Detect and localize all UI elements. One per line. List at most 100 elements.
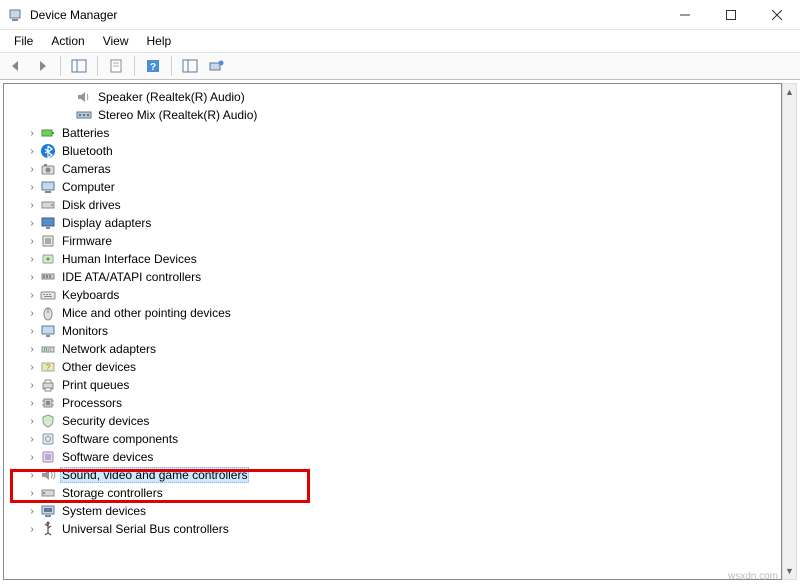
- expand-arrow-icon[interactable]: ›: [26, 344, 38, 355]
- expand-arrow-icon[interactable]: ›: [26, 488, 38, 499]
- tree-item-battery[interactable]: ›Batteries: [4, 124, 781, 142]
- forward-button[interactable]: [30, 55, 54, 77]
- expand-arrow-icon[interactable]: ›: [26, 506, 38, 517]
- tree-item-other[interactable]: ›?Other devices: [4, 358, 781, 376]
- vertical-scrollbar[interactable]: ▲ ▼: [782, 83, 797, 580]
- tree-item-label: Stereo Mix (Realtek(R) Audio): [96, 107, 259, 123]
- tree-item-speaker[interactable]: Speaker (Realtek(R) Audio): [4, 88, 781, 106]
- mouse-icon: [40, 305, 56, 321]
- security-icon: [40, 413, 56, 429]
- menu-view[interactable]: View: [95, 32, 137, 50]
- tree-item-usb[interactable]: › Universal Serial Bus controllers: [4, 520, 781, 538]
- tree-item-printer[interactable]: ›Print queues: [4, 376, 781, 394]
- expand-arrow-icon[interactable]: ›: [26, 128, 38, 139]
- expand-arrow-icon[interactable]: ›: [26, 236, 38, 247]
- expand-arrow-icon[interactable]: ›: [26, 218, 38, 229]
- tree-item-label: Software components: [60, 431, 180, 447]
- cpu-icon: [40, 395, 56, 411]
- scroll-up-icon[interactable]: ▲: [783, 84, 796, 100]
- menu-help[interactable]: Help: [139, 32, 180, 50]
- expand-arrow-icon[interactable]: ›: [26, 146, 38, 157]
- minimize-button[interactable]: [662, 0, 708, 30]
- expand-arrow-icon[interactable]: ›: [26, 398, 38, 409]
- expand-arrow-icon[interactable]: ›: [26, 434, 38, 445]
- tree-item-network[interactable]: › Network adapters: [4, 340, 781, 358]
- tree-item-monitor[interactable]: › Monitors: [4, 322, 781, 340]
- expand-arrow-icon[interactable]: ›: [26, 326, 38, 337]
- camera-icon: [40, 161, 56, 177]
- scroll-down-icon[interactable]: ▼: [783, 563, 796, 579]
- help-button[interactable]: ?: [141, 55, 165, 77]
- close-button[interactable]: [754, 0, 800, 30]
- toolbar-separator: [171, 56, 172, 76]
- tree-item-label: Disk drives: [60, 197, 123, 213]
- system-icon: [40, 503, 56, 519]
- expand-arrow-icon[interactable]: ›: [26, 470, 38, 481]
- expand-arrow-icon[interactable]: ›: [26, 308, 38, 319]
- tree-item-security[interactable]: ›Security devices: [4, 412, 781, 430]
- tree-item-disk[interactable]: › Disk drives: [4, 196, 781, 214]
- tree-item-label: Monitors: [60, 323, 110, 339]
- window-title: Device Manager: [30, 8, 662, 22]
- expand-arrow-icon[interactable]: ›: [26, 524, 38, 535]
- tree-item-label: Mice and other pointing devices: [60, 305, 233, 321]
- bluetooth-icon: [40, 143, 56, 159]
- tree-item-cpu[interactable]: › Processors: [4, 394, 781, 412]
- tree-item-softdev[interactable]: ›Software devices: [4, 448, 781, 466]
- show-hide-tree-button[interactable]: [67, 55, 91, 77]
- expand-arrow-icon[interactable]: ›: [26, 164, 38, 175]
- menu-file[interactable]: File: [6, 32, 41, 50]
- firmware-icon: [40, 233, 56, 249]
- expand-arrow-icon[interactable]: ›: [26, 416, 38, 427]
- toolbar: ?: [0, 52, 800, 80]
- tree-item-display[interactable]: ›Display adapters: [4, 214, 781, 232]
- disk-icon: [40, 197, 56, 213]
- expand-arrow-icon[interactable]: ›: [26, 182, 38, 193]
- back-button[interactable]: [4, 55, 28, 77]
- tree-item-camera[interactable]: ›Cameras: [4, 160, 781, 178]
- expand-arrow-icon[interactable]: ›: [26, 200, 38, 211]
- properties-button[interactable]: [104, 55, 128, 77]
- softcomp-icon: [40, 431, 56, 447]
- tree-item-label: Universal Serial Bus controllers: [60, 521, 231, 537]
- device-tree-pane: Speaker (Realtek(R) Audio)Stereo Mix (Re…: [3, 83, 782, 580]
- softdev-icon: [40, 449, 56, 465]
- tree-item-mouse[interactable]: › Mice and other pointing devices: [4, 304, 781, 322]
- maximize-button[interactable]: [708, 0, 754, 30]
- tree-item-softcomp[interactable]: › Software components: [4, 430, 781, 448]
- tree-item-label: IDE ATA/ATAPI controllers: [60, 269, 203, 285]
- storage-icon: [40, 485, 56, 501]
- tree-item-sound[interactable]: › Sound, video and game controllers: [4, 466, 781, 484]
- menu-action[interactable]: Action: [43, 32, 92, 50]
- printer-icon: [40, 377, 56, 393]
- expand-arrow-icon[interactable]: ›: [26, 452, 38, 463]
- battery-icon: [40, 125, 56, 141]
- device-tree[interactable]: Speaker (Realtek(R) Audio)Stereo Mix (Re…: [4, 84, 781, 579]
- tree-item-system[interactable]: ›System devices: [4, 502, 781, 520]
- tree-item-storage[interactable]: ›Storage controllers: [4, 484, 781, 502]
- tree-item-label: Firmware: [60, 233, 114, 249]
- tree-item-ide[interactable]: › IDE ATA/ATAPI controllers: [4, 268, 781, 286]
- svg-text:?: ?: [150, 62, 156, 73]
- tree-item-firmware[interactable]: › Firmware: [4, 232, 781, 250]
- scan-hardware-button[interactable]: [204, 55, 228, 77]
- expand-arrow-icon[interactable]: ›: [26, 254, 38, 265]
- expand-arrow-icon[interactable]: ›: [26, 380, 38, 391]
- tree-item-label: Processors: [60, 395, 124, 411]
- tree-item-stereomix[interactable]: Stereo Mix (Realtek(R) Audio): [4, 106, 781, 124]
- tree-item-bluetooth[interactable]: ›Bluetooth: [4, 142, 781, 160]
- app-icon: [8, 7, 24, 23]
- tree-item-hid[interactable]: ›Human Interface Devices: [4, 250, 781, 268]
- scan-button[interactable]: [178, 55, 202, 77]
- expand-arrow-icon[interactable]: ›: [26, 290, 38, 301]
- expand-arrow-icon[interactable]: ›: [26, 362, 38, 373]
- speaker-icon: [76, 89, 92, 105]
- tree-item-label: Network adapters: [60, 341, 158, 357]
- tree-item-label: Sound, video and game controllers: [60, 467, 249, 483]
- monitor-icon: [40, 323, 56, 339]
- display-icon: [40, 215, 56, 231]
- tree-item-label: Keyboards: [60, 287, 121, 303]
- tree-item-computer[interactable]: ›Computer: [4, 178, 781, 196]
- expand-arrow-icon[interactable]: ›: [26, 272, 38, 283]
- tree-item-keyboard[interactable]: › Keyboards: [4, 286, 781, 304]
